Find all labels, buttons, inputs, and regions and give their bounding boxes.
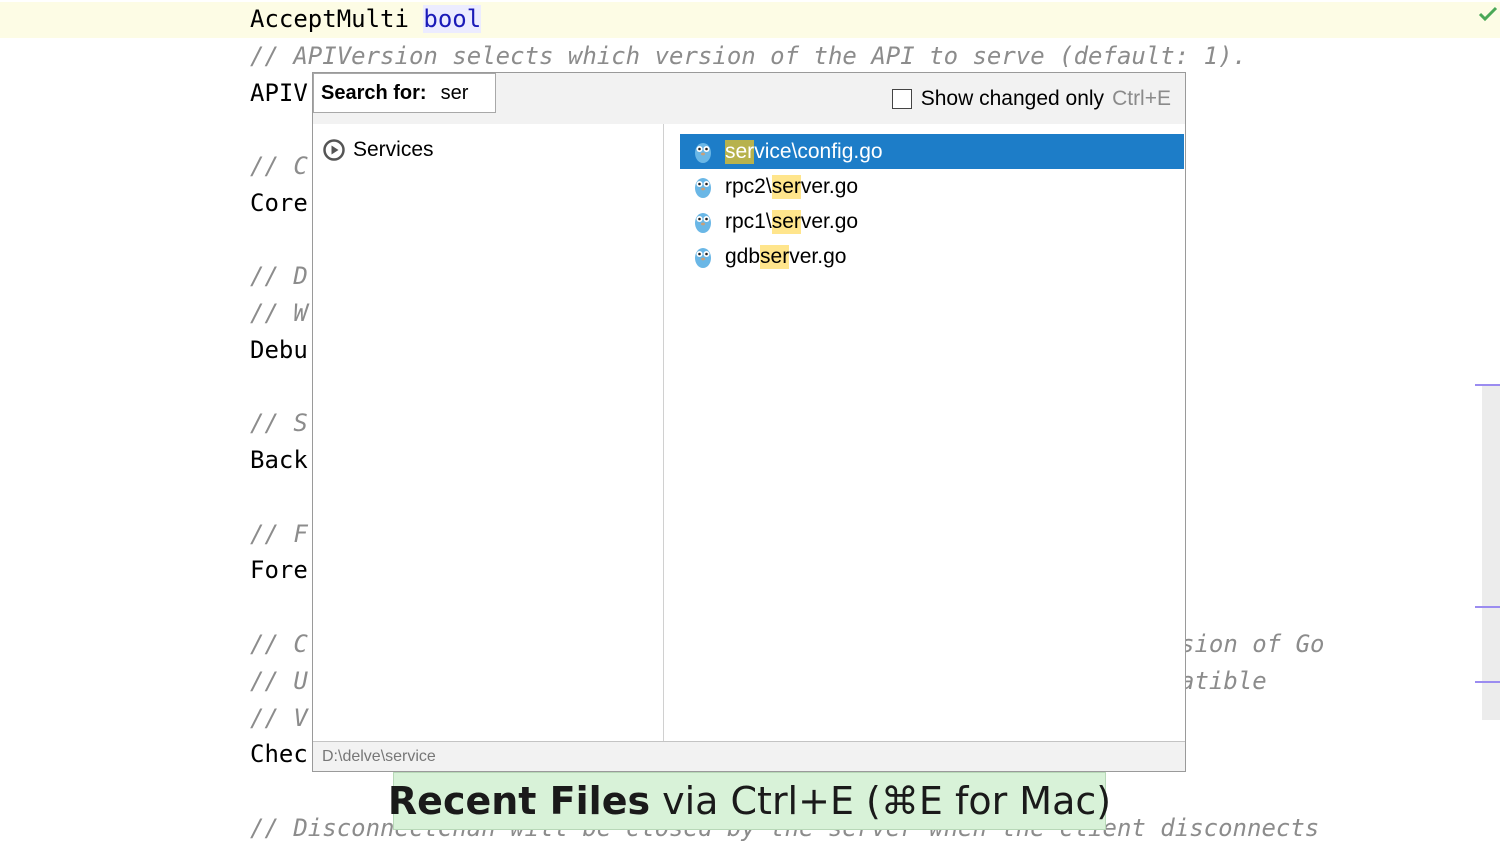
file-name-suffix: vice\config.go	[754, 139, 883, 163]
scroll-marker	[1475, 384, 1500, 386]
gopher-icon	[695, 212, 711, 233]
search-value: ser	[440, 81, 469, 104]
file-name-prefix: gdb	[725, 244, 761, 268]
file-item-gdbserver[interactable]: gdb ser ver.go	[680, 239, 1184, 274]
file-item-service-config[interactable]: ser vice\config.go	[680, 134, 1184, 169]
code-line: Debu	[250, 336, 308, 364]
search-match-highlight: ser	[760, 244, 790, 269]
file-name-prefix: rpc1\	[725, 209, 772, 233]
group-item-label: Services	[353, 138, 434, 161]
code-line: Fore	[250, 556, 308, 584]
code-comment-tail: atible	[1180, 667, 1267, 695]
code-comment: // V	[250, 704, 308, 732]
code-line: APIV	[250, 79, 308, 107]
show-changed-only-toggle[interactable]: Show changed only Ctrl+E	[891, 87, 1171, 111]
file-name-suffix: ver.go	[800, 174, 859, 198]
show-changed-only-checkbox[interactable]	[891, 89, 912, 109]
file-name-suffix: ver.go	[789, 244, 847, 268]
caption-title: Recent Files	[387, 779, 651, 823]
type-keyword: bool	[423, 5, 482, 33]
recent-files-popup: Search for: ser Show changed only Ctrl+E…	[312, 72, 1186, 772]
file-name-prefix: rpc2\	[725, 174, 772, 198]
group-item-services[interactable]: Services	[323, 138, 434, 162]
code-line: Core	[250, 189, 308, 217]
code-comment-api-version: // APIVersion selects which version of t…	[250, 42, 1247, 70]
code-line: Back	[250, 446, 308, 474]
current-line-highlight	[0, 2, 1500, 38]
groups-pane: Services	[313, 124, 664, 741]
popup-header: Search for: ser Show changed only Ctrl+E	[313, 73, 1185, 124]
scroll-marker	[1475, 681, 1500, 683]
code-comment: // W	[250, 299, 308, 327]
code-comment-tail: sion of Go	[1180, 630, 1325, 658]
search-match-highlight: ser	[771, 209, 801, 234]
tip-caption: Recent Files via Ctrl+E (⌘E for Mac)	[388, 772, 1111, 830]
code-comment: // U	[250, 667, 308, 695]
caption-text: via Ctrl+E (⌘E for Mac)	[662, 779, 1112, 823]
file-name-suffix: ver.go	[800, 209, 859, 233]
search-label: Search for:	[321, 81, 427, 104]
code-comment: // F	[250, 520, 308, 548]
files-list: ser vice\config.go rpc2\ ser ver.go rpc1\ se…	[664, 124, 1185, 741]
search-match-highlight: ser	[771, 174, 801, 199]
gopher-icon	[695, 247, 711, 268]
code-comment: // C	[250, 630, 308, 658]
code-comment: // C	[250, 152, 308, 180]
editor-scrollbar[interactable]	[1482, 385, 1500, 720]
gopher-icon	[695, 142, 711, 163]
code-comment: // D	[250, 262, 308, 290]
show-changed-only-label: Show changed only	[920, 87, 1105, 110]
search-field[interactable]: Search for: ser	[313, 73, 496, 113]
code-line: Chec	[250, 740, 308, 768]
search-match-highlight: ser	[725, 139, 755, 164]
code-line-accept-multi: AcceptMulti bool	[250, 5, 482, 33]
shortcut-hint: Ctrl+E	[1112, 87, 1171, 110]
file-item-rpc1-server[interactable]: rpc1\ ser ver.go	[680, 204, 1184, 239]
code-comment: // S	[250, 409, 308, 437]
checkmark-icon	[1478, 6, 1498, 22]
gopher-icon	[695, 177, 711, 198]
status-path: D:\delve\service	[313, 741, 1185, 771]
services-play-icon	[323, 139, 345, 161]
scroll-marker	[1475, 606, 1500, 608]
file-item-rpc2-server[interactable]: rpc2\ ser ver.go	[680, 169, 1184, 204]
